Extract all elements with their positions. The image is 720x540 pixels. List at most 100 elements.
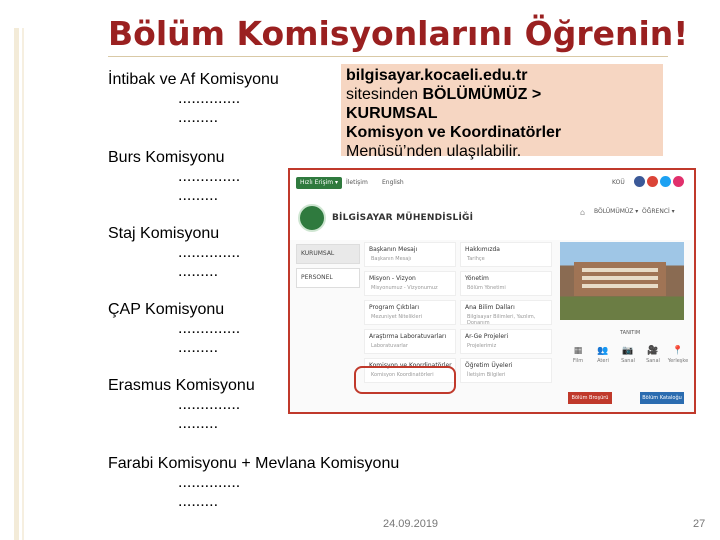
cell-sub: Tarihçe [467,256,485,262]
side-menu: KURUMSAL PERSONEL [296,244,360,292]
placeholder-dots: .............. [178,396,241,413]
home-icon[interactable]: ⌂ [580,208,585,217]
placeholder-dots: ......... [178,263,219,280]
side-menu-kurumsal[interactable]: KURUMSAL [296,244,360,264]
kou-link[interactable]: KOÜ [608,177,629,189]
site-navbar: Hızlı Erişim ▾ İletişim English KOÜ [290,170,694,199]
placeholder-dots: .............. [178,244,241,261]
cell-sub: İletişim Bilgileri [467,372,506,378]
university-logo [298,204,326,232]
icon-glyph: 📷 [622,346,634,356]
icon-label: Ateri [597,358,609,364]
video-icon[interactable]: 🎥 Sanal [641,346,665,364]
committee-item-intibak: İntibak ve Af Komisyonu .............. .… [108,70,279,127]
cell-title: Misyon - Vizyon [369,275,416,282]
placeholder-dots: .............. [178,90,241,107]
cell-sub: Laboratuvarlar [371,343,408,349]
placeholder-dots: ......... [178,187,219,204]
committee-name: Erasmus Komisyonu [108,377,255,394]
menu-ogrenci[interactable]: ÖĞRENCİ ▾ [642,208,675,215]
placeholder-dots: .............. [178,474,241,491]
film-icon[interactable]: ▦ Film [566,346,590,364]
callout-line2: sitesinden BÖLÜMÜMÜZ > [346,85,663,104]
cell-title: Yönetim [465,275,489,282]
cell-title: Program Çıktıları [369,304,420,311]
quick-access-button[interactable]: Hızlı Erişim ▾ [296,177,343,189]
cell-title: Ana Bilim Dalları [465,304,515,311]
media-icons: ▦ Film 👥 Ateri 📷 Sanal 🎥 Sanal 📍 Yerleşke [566,346,690,376]
placeholder-dots: .............. [178,168,241,185]
people-icon[interactable]: 👥 Ateri [591,346,615,364]
instagram-icon[interactable] [673,176,684,187]
tanitim-heading: TANITIM [620,330,641,336]
site-brand: BİLGİSAYAR MÜHENDİSLİĞİ ⌂ BÖLÜMÜMÜZ ▾ ÖĞ… [290,198,694,240]
committee-name: İntibak ve Af Komisyonu [108,71,279,88]
googleplus-icon[interactable] [647,176,658,187]
grid-cell[interactable]: Öğretim Üyeleri İletişim Bilgileri [460,358,552,383]
catalog-button[interactable]: Bölüm Kataloğu [640,392,684,404]
icon-label: Yerleşke [667,358,689,364]
icon-glyph: 📍 [672,346,684,356]
icon-label: Sanal [621,358,635,364]
slide-title: Bölüm Komisyonlarını Öğrenin! [108,14,689,53]
website-screenshot: Hızlı Erişim ▾ İletişim English KOÜ BİLG… [288,168,696,414]
camera-icon[interactable]: 📷 Sanal [616,346,640,364]
grid-cell[interactable]: Misyon - Vizyon Misyonumuz - Vizyonumuz [364,271,456,296]
callout-line3: KURUMSAL [346,105,438,122]
cell-title: Öğretim Üyeleri [465,362,513,369]
cell-sub: Bölüm Yönetimi [467,285,506,291]
callout-line4: Komisyon ve Koordinatörler [346,124,562,141]
grid-cell[interactable]: Başkanın Mesajı Başkanın Mesajı [364,242,456,267]
committee-name: Burs Komisyonu [108,149,225,166]
placeholder-dots: ......... [178,109,219,126]
cell-sub: Projelerimiz [467,343,497,349]
placeholder-dots: .............. [178,320,241,337]
placeholder-dots: ......... [178,493,219,510]
grid-cell[interactable]: Yönetim Bölüm Yönetimi [460,271,552,296]
menu-bolumumuz[interactable]: BÖLÜMÜMÜZ ▾ [594,208,638,215]
committee-item-staj: Staj Komisyonu .............. ......... [108,224,240,281]
grid-cell[interactable]: Ar-Ge Projeleri Projelerimiz [460,329,552,354]
placeholder-dots: ......... [178,415,219,432]
committee-item-erasmus: Erasmus Komisyonu .............. .......… [108,376,255,433]
title-underline [108,56,668,57]
decorative-left-bar [14,28,19,540]
campus-photo [560,242,684,320]
icon-label: Sanal [646,358,660,364]
grid-cell[interactable]: Araştırma Laboratuvarları Laboratuvarlar [364,329,456,354]
placeholder-dots: ......... [178,339,219,356]
website-callout: bilgisayar.kocaeli.edu.tr sitesinden BÖL… [341,64,663,160]
cell-sub: Başkanın Mesajı [371,256,412,262]
side-menu-personel[interactable]: PERSONEL [296,268,360,288]
grid-cell[interactable]: Hakkımızda Tarihçe [460,242,552,267]
brochure-button[interactable]: Bölüm Broşürü [568,392,612,404]
cell-title: Hakkımızda [465,246,500,253]
committee-item-farabi-mevlana: Farabi Komisyonu + Mevlana Komisyonu ...… [108,454,399,511]
grid-cell[interactable]: Program Çıktıları Mezuniyet Nitelikleri [364,300,456,325]
cell-title: Araştırma Laboratuvarları [369,333,447,340]
cell-title: Başkanın Mesajı [369,246,418,253]
cell-sub: Mezuniyet Nitelikleri [371,314,423,320]
cell-sub: Misyonumuz - Vizyonumuz [371,285,438,291]
facebook-icon[interactable] [634,176,645,187]
committee-name: Staj Komisyonu [108,225,220,242]
highlight-ring [354,366,456,394]
icon-glyph: 🎥 [647,346,659,356]
callout-line5: Menüsü’nden ulaşılabilir. [346,143,522,160]
twitter-icon[interactable] [660,176,671,187]
english-link[interactable]: English [378,177,408,189]
icon-glyph: ▦ [573,346,583,356]
contact-link[interactable]: İletişim [342,177,372,189]
cell-title: Ar-Ge Projeleri [465,333,509,340]
footer-date: 24.09.2019 [383,518,439,530]
callout-text: sitesinden [346,86,423,103]
location-icon[interactable]: 📍 Yerleşke [666,346,690,364]
callout-url: bilgisayar.kocaeli.edu.tr [346,67,528,84]
callout-path: BÖLÜMÜMÜZ > [422,86,542,103]
icon-glyph: 👥 [597,346,609,356]
decorative-left-bar-thin [22,28,24,540]
page-number: 27 [693,518,706,530]
committee-name: ÇAP Komisyonu [108,301,225,318]
grid-cell[interactable]: Ana Bilim Dalları Bilgisayar Bilimleri, Y… [460,300,552,326]
building-shape [574,262,666,296]
